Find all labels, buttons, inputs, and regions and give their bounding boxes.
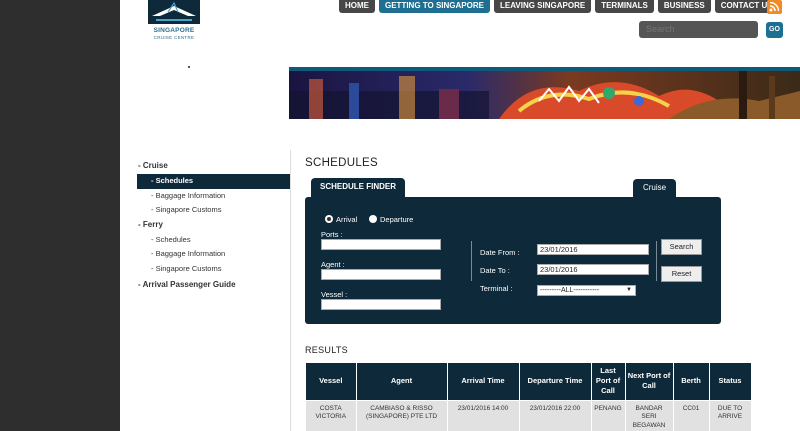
col-berth: Berth (673, 363, 710, 400)
sidebar-group-cruise[interactable]: - Cruise (137, 159, 291, 174)
finder-separator-right (656, 241, 657, 281)
agent-field[interactable] (321, 269, 441, 280)
results-title: RESULTS (305, 345, 348, 355)
cell-arrival-time: 23/01/2016 14:00 (447, 399, 520, 431)
sidebar-item-ferry-schedules[interactable]: - Schedules (137, 233, 291, 248)
ports-label: Ports : (321, 230, 343, 239)
chevron-down-icon: ▼ (626, 287, 632, 293)
tab-cruise[interactable]: Cruise (633, 179, 676, 198)
page-title: SCHEDULES (305, 157, 378, 169)
schedule-finder-panel: Arrival Departure Ports : Agent : Vessel… (305, 197, 721, 324)
sidebar-group-arrival-guide[interactable]: - Arrival Passenger Guide (137, 278, 291, 293)
reset-button[interactable]: Reset (661, 266, 702, 282)
content-divider (290, 150, 291, 431)
tab-schedule-finder[interactable]: SCHEDULE FINDER (311, 178, 406, 198)
logo-name: SINGAPORE (153, 27, 195, 34)
terminal-label: Terminal : (480, 284, 513, 293)
cell-next-port: BANDAR SERI BEGAWAN (625, 399, 674, 431)
date-to-field[interactable]: 23/01/2016 (537, 264, 649, 275)
vessel-field[interactable] (321, 299, 441, 310)
date-from-field[interactable]: 23/01/2016 (537, 244, 649, 255)
left-background (0, 0, 120, 431)
terminal-select[interactable]: ---------ALL----------- ▼ (537, 285, 636, 296)
nav-getting-to-singapore[interactable]: GETTING TO SINGAPORE (379, 0, 490, 13)
agent-label: Agent : (321, 260, 345, 269)
sidebar-item-cruise-customs[interactable]: - Singapore Customs (137, 203, 291, 218)
col-arrival-time: Arrival Time (447, 363, 520, 400)
sidebar-item-cruise-baggage[interactable]: - Baggage Information (137, 189, 291, 204)
search-button[interactable]: Search (661, 239, 702, 255)
cell-vessel: COSTA VICTORIA (306, 399, 357, 431)
col-agent: Agent (356, 363, 448, 400)
nav-home[interactable]: HOME (339, 0, 375, 13)
sidebar-item-ferry-baggage[interactable]: - Baggage Information (137, 247, 291, 262)
cell-last-port: PENANG (591, 399, 626, 431)
finder-separator-left (471, 241, 472, 281)
table-row[interactable]: COSTA VICTORIA CAMBIASO & RISSO (SINGAPO… (306, 399, 752, 431)
sidebar: - Cruise - Schedules - Baggage Informati… (137, 159, 291, 293)
terminal-select-value: ---------ALL----------- (540, 287, 600, 294)
col-status: Status (709, 363, 752, 400)
logo-subname: CRUISE CENTRE (153, 35, 195, 40)
logo-ship-icon (148, 0, 200, 24)
radio-arrival-label: Arrival (336, 215, 358, 224)
radio-departure-label: Departure (380, 215, 414, 224)
date-to-label: Date To : (480, 266, 510, 275)
radio-departure[interactable] (369, 215, 377, 223)
search-go-button[interactable]: GO (766, 22, 783, 38)
cell-departure-time: 23/01/2016 22:00 (519, 399, 592, 431)
ports-field[interactable] (321, 239, 441, 250)
sidebar-group-ferry[interactable]: - Ferry (137, 218, 291, 233)
sidebar-item-cruise-schedules[interactable]: - Schedules (137, 174, 291, 189)
cell-agent: CAMBIASO & RISSO (SINGAPORE) PTE LTD (356, 399, 448, 431)
top-navigation: HOME GETTING TO SINGAPORE LEAVING SINGAP… (339, 0, 779, 13)
radio-arrival[interactable] (325, 215, 333, 223)
nav-leaving-singapore[interactable]: LEAVING SINGAPORE (493, 0, 592, 13)
sidebar-item-ferry-customs[interactable]: - Singapore Customs (137, 262, 291, 277)
banner-image (289, 71, 800, 119)
results-table: Vessel Agent Arrival Time Departure Time… (306, 363, 752, 431)
decorative-dot (188, 66, 190, 68)
col-next-port: Next Port of Call (625, 363, 674, 400)
vessel-label: Vessel : (321, 290, 348, 299)
cell-berth: CC01 (673, 399, 710, 431)
table-header-row: Vessel Agent Arrival Time Departure Time… (306, 363, 752, 400)
site-logo[interactable]: SINGAPORE CRUISE CENTRE (142, 0, 206, 42)
col-last-port: Last Port of Call (591, 363, 626, 400)
date-from-label: Date From : (480, 248, 520, 257)
nav-terminals[interactable]: TERMINALS (595, 0, 654, 13)
search-input[interactable] (639, 21, 758, 38)
page: SINGAPORE CRUISE CENTRE HOME GETTING TO … (120, 0, 800, 431)
col-departure-time: Departure Time (519, 363, 592, 400)
nav-business[interactable]: BUSINESS (657, 0, 711, 13)
cell-status: DUE TO ARRIVE (709, 399, 752, 431)
rss-icon[interactable] (767, 0, 782, 14)
col-vessel: Vessel (306, 363, 357, 400)
